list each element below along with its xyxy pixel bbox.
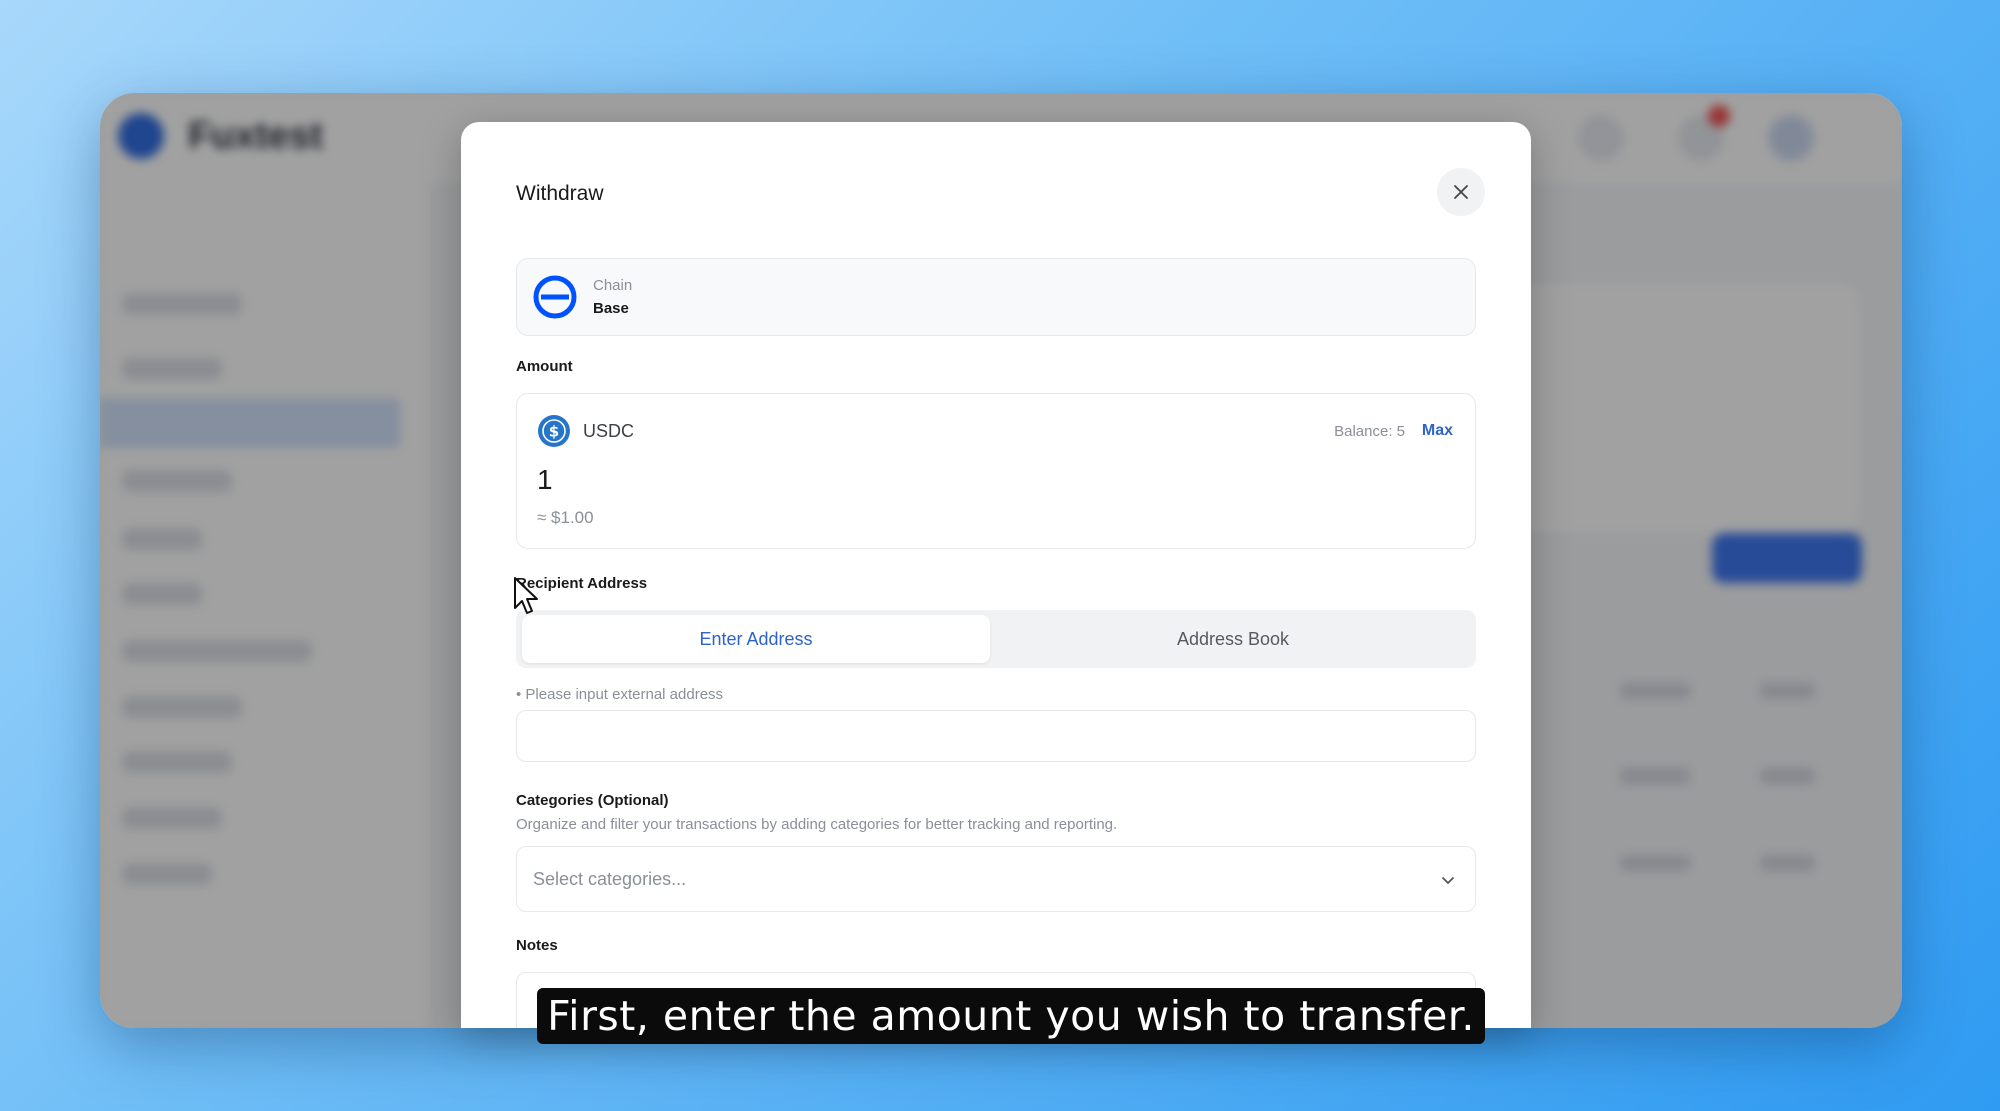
- tab-address-book[interactable]: Address Book: [996, 615, 1470, 663]
- chain-label: Chain: [593, 277, 633, 294]
- usd-equivalent: ≈ $1.00: [537, 508, 594, 527]
- address-input[interactable]: [516, 710, 1476, 762]
- chain-selector[interactable]: Chain Base: [516, 258, 1476, 336]
- balance-text: Balance: 5: [1334, 423, 1405, 440]
- chain-value: Base: [593, 300, 629, 317]
- withdraw-modal: Withdraw Chain Base Amount $ USDC Balanc…: [461, 122, 1531, 1028]
- notes-label: Notes: [516, 937, 558, 954]
- chevron-down-icon: [1442, 877, 1454, 884]
- tab-enter-address[interactable]: Enter Address: [522, 615, 990, 663]
- base-chain-icon: [533, 275, 577, 319]
- amount-label: Amount: [516, 358, 573, 375]
- categories-select[interactable]: Select categories...: [516, 846, 1476, 912]
- amount-input[interactable]: 1: [537, 464, 553, 496]
- mouse-cursor-icon: [514, 577, 538, 614]
- recipient-tabs: Enter Address Address Book: [516, 610, 1476, 668]
- token-name: USDC: [583, 421, 635, 441]
- categories-description: Organize and filter your transactions by…: [516, 816, 1118, 833]
- svg-text:$: $: [549, 423, 559, 441]
- amount-panel: $ USDC Balance: 5 Max 1 ≈ $1.00: [516, 393, 1476, 549]
- max-button[interactable]: Max: [1422, 422, 1453, 440]
- categories-placeholder: Select categories...: [533, 869, 687, 889]
- categories-label: Categories (Optional): [516, 792, 669, 809]
- video-caption: First, enter the amount you wish to tran…: [537, 988, 1485, 1044]
- modal-title: Withdraw: [516, 182, 604, 205]
- close-button[interactable]: [1437, 168, 1485, 216]
- address-hint: • Please input external address: [516, 686, 724, 703]
- usdc-icon: $: [538, 415, 570, 447]
- close-icon: [1454, 185, 1468, 199]
